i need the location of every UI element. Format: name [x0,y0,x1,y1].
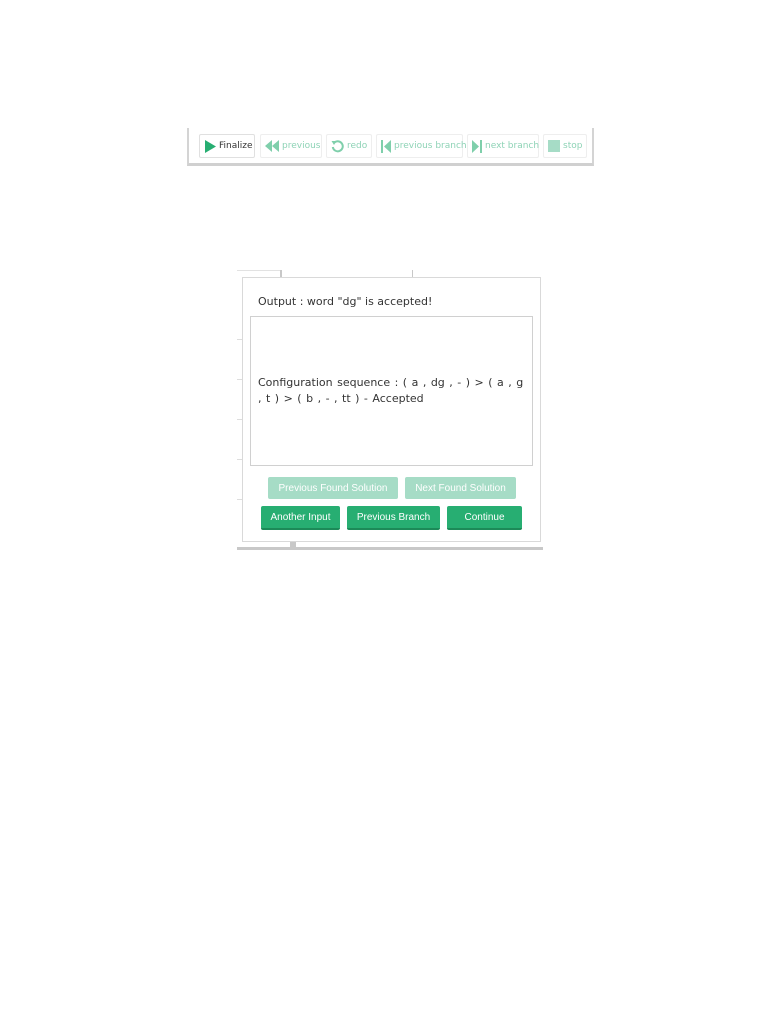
background-divider [280,270,282,277]
background-divider [412,270,413,277]
skip-back-icon [381,139,391,153]
configuration-sequence: Configuration sequence : ( a , dg , - ) … [258,376,524,405]
next-branch-button[interactable]: next branch [467,134,539,158]
another-input-button[interactable]: Another Input [261,506,340,530]
next-found-solution-button[interactable]: Next Found Solution [405,477,516,499]
configuration-panel: Configuration sequence : ( a , dg , - ) … [250,316,533,466]
finalize-label: Finalize [219,141,253,151]
stop-label: stop [563,141,583,151]
redo-label: redo [347,141,368,151]
previous-label: previous [282,141,321,151]
continue-button[interactable]: Continue [447,506,522,530]
stop-button[interactable]: stop [543,134,587,158]
play-icon [205,139,216,153]
previous-button[interactable]: previous [260,134,322,158]
skip-forward-icon [472,139,482,153]
next-branch-label: next branch [485,141,540,151]
page: Finalize previous redo previous branch n… [0,0,782,1012]
previous-branch-label: previous branch [394,141,467,151]
previous-branch-button[interactable]: previous branch [376,134,467,158]
stop-icon [548,140,560,152]
redo-icon [331,139,344,152]
output-message: Output : word "dg" is accepted! [258,295,433,308]
previous-found-solution-button[interactable]: Previous Found Solution [268,477,398,499]
background-edge [237,270,280,271]
result-dialog: Output : word "dg" is accepted! Configur… [242,277,541,542]
redo-button[interactable]: redo [326,134,372,158]
finalize-button[interactable]: Finalize [199,134,255,158]
rewind-icon [265,140,279,152]
previous-branch-dialog-button[interactable]: Previous Branch [347,506,440,530]
simulation-toolbar: Finalize previous redo previous branch n… [187,128,594,166]
background-bottom-edge [237,547,543,550]
